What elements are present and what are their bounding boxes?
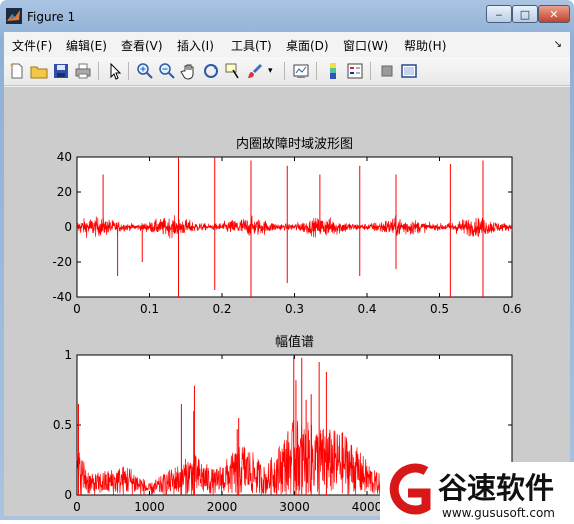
figure-plot-area: 0 0.1 0.2 0.3 0.4 0.5 0.6 40 20 0 -20 -40 内圈故障时域波形图… [52, 136, 527, 514]
colorbar-icon[interactable] [324, 62, 342, 80]
y-tick-label: -20 [52, 255, 72, 269]
x-tick-label: 0.1 [140, 302, 159, 316]
menu-help[interactable]: 帮助(H) [404, 37, 446, 54]
zoom-out-icon[interactable] [158, 62, 176, 80]
data-cursor-icon[interactable] [224, 62, 242, 80]
plot-title: 内圈故障时域波形图 [236, 136, 353, 152]
window-title: Figure 1 [27, 10, 76, 24]
x-tick-label: 0.3 [285, 302, 304, 316]
x-tick-label: 4000 [352, 500, 383, 514]
brush-icon[interactable] [246, 62, 264, 80]
brand-logo-icon: 谷速软件 www.gususoft.com [389, 463, 555, 520]
show-plot-tools-icon[interactable] [400, 62, 418, 80]
toolbar-separator [98, 62, 99, 80]
hide-plot-tools-icon[interactable] [378, 62, 396, 80]
figure-canvas: 0 0.1 0.2 0.3 0.4 0.5 0.6 40 20 0 -20 -40 内圈故障时域波形图… [4, 87, 570, 516]
x-tick-label: 0.4 [357, 302, 376, 316]
link-plot-icon[interactable] [292, 62, 310, 80]
menu-window[interactable]: 窗口(W) [343, 37, 388, 54]
x-tick-label: 0.5 [430, 302, 449, 316]
rotate-3d-icon[interactable] [202, 62, 220, 80]
axes-time-domain[interactable]: 0 0.1 0.2 0.3 0.4 0.5 0.6 40 20 0 -20 -40 内圈故障时域波形图 [52, 136, 521, 316]
menu-chevron-icon[interactable]: ↘ [554, 39, 562, 50]
watermark-brand: 谷速软件 [438, 471, 554, 505]
toolbar-separator [370, 62, 371, 80]
y-tick-label: 40 [57, 150, 72, 164]
dropdown-arrow-icon[interactable]: ▾ [268, 62, 278, 80]
menu-bar: 文件(F) 编辑(E) 查看(V) 插入(I) 工具(T) 桌面(D) 窗口(W… [4, 32, 570, 57]
open-folder-icon[interactable] [30, 62, 48, 80]
menu-desktop[interactable]: 桌面(D) [286, 37, 329, 54]
figure-client-area: 文件(F) 编辑(E) 查看(V) 插入(I) 工具(T) 桌面(D) 窗口(W… [4, 32, 570, 516]
figure-toolbar: ▾ [4, 57, 570, 86]
print-icon[interactable] [74, 62, 92, 80]
close-button[interactable]: ✕ [538, 5, 570, 23]
watermark-url: www.gususoft.com [442, 506, 555, 520]
zoom-in-icon[interactable] [136, 62, 154, 80]
y-tick-label: 0 [64, 488, 72, 502]
menu-view[interactable]: 查看(V) [121, 37, 163, 54]
menu-file[interactable]: 文件(F) [12, 37, 52, 54]
toolbar-separator [316, 62, 317, 80]
x-tick-label: 0 [73, 500, 81, 514]
menu-edit[interactable]: 编辑(E) [66, 37, 107, 54]
x-tick-label: 0.2 [212, 302, 231, 316]
save-icon[interactable] [52, 62, 70, 80]
title-bar[interactable]: Figure 1 ‒ □ ✕ [0, 0, 574, 32]
y-tick-label: 0.5 [53, 418, 72, 432]
x-tick-label: 2000 [207, 500, 238, 514]
menu-tools[interactable]: 工具(T) [231, 37, 272, 54]
figure-window: Figure 1 ‒ □ ✕ 文件(F) 编辑(E) 查看(V) 插入(I) 工… [0, 0, 574, 520]
x-tick-label: 0 [73, 302, 81, 316]
y-tick-label: 20 [57, 185, 72, 199]
minimize-button[interactable]: ‒ [486, 5, 512, 23]
new-file-icon[interactable] [8, 62, 26, 80]
legend-icon[interactable] [346, 62, 364, 80]
y-tick-label: 1 [64, 348, 72, 362]
plot-title: 幅值谱 [275, 334, 314, 350]
pointer-icon[interactable] [106, 62, 124, 80]
y-tick-label: 0 [64, 220, 72, 234]
toolbar-separator [284, 62, 285, 80]
y-tick-label: -40 [52, 290, 72, 304]
x-tick-label: 3000 [279, 500, 310, 514]
menu-insert[interactable]: 插入(I) [177, 37, 214, 54]
toolbar-separator [128, 62, 129, 80]
matlab-logo-icon [6, 8, 22, 24]
maximize-button[interactable]: □ [512, 5, 538, 23]
watermark-badge: 谷速软件 www.gususoft.com [380, 462, 574, 520]
x-tick-label: 1000 [134, 500, 165, 514]
pan-hand-icon[interactable] [180, 62, 198, 80]
x-tick-label: 0.6 [502, 302, 521, 316]
